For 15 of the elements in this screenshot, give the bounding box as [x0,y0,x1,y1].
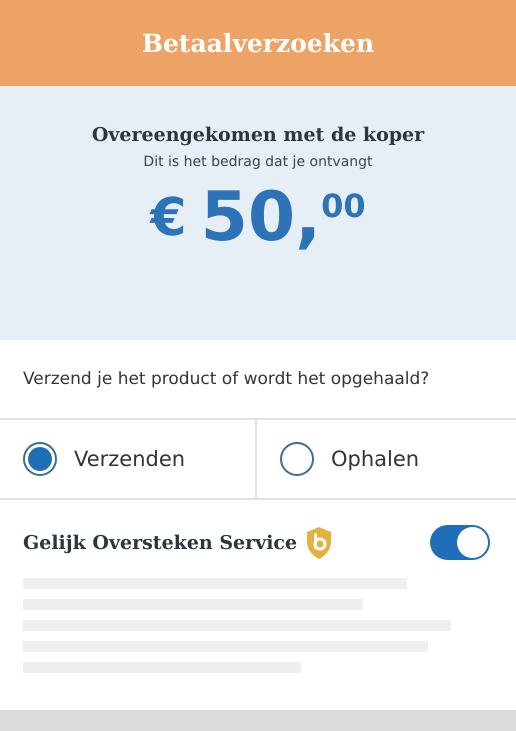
amount-whole: 50 [200,180,296,256]
radio-option[interactable]: Verzenden [0,420,257,498]
service-title: Gelijk Oversteken Service [23,532,298,554]
page-title: Betaalverzoeken [142,28,374,58]
amount-cents: 00 [321,186,366,227]
shield-icon [306,526,332,560]
currency-symbol: € [150,187,187,250]
shipping-question: Verzend je het product of wordt het opgehaald? [0,340,516,420]
radio-button[interactable] [280,442,314,476]
decimal-separator: , [295,180,322,256]
radio-option[interactable]: Ophalen [257,420,516,498]
radio-button[interactable] [23,442,57,476]
toggle-switch[interactable] [430,525,490,560]
summary-title: Overeengekomen met de koper [92,124,424,146]
summary-subtitle: Dit is het bedrag dat je ontvangt [143,154,373,170]
